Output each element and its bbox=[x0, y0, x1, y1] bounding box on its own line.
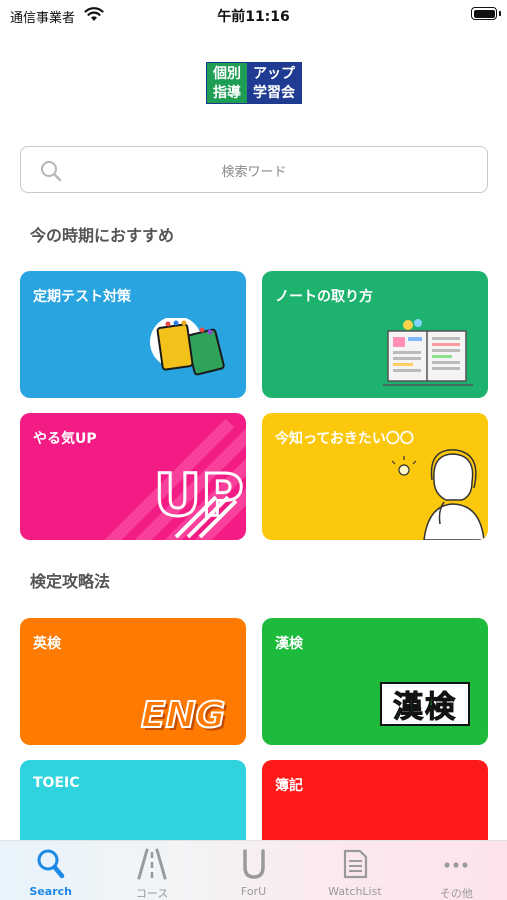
logo-right-block: アップ 学習会 bbox=[247, 63, 301, 103]
eng-art-text: ENG bbox=[141, 695, 225, 736]
card-label: 定期テスト対策 bbox=[33, 289, 131, 305]
road-icon bbox=[137, 848, 167, 880]
card-need-to-know[interactable]: 今知っておきたい〇〇 bbox=[262, 413, 488, 540]
kanken-art-box: 漢検 bbox=[380, 682, 470, 726]
tab-watchlist[interactable]: WatchList bbox=[304, 841, 405, 900]
card-label: ノートの取り方 bbox=[275, 289, 373, 305]
card-kanken[interactable]: 漢検 漢検 bbox=[262, 618, 488, 745]
card-exam-prep[interactable]: 定期テスト対策 bbox=[20, 271, 246, 398]
logo-left-line2: 指導 bbox=[213, 85, 241, 101]
books-illustration-icon bbox=[150, 318, 225, 376]
search-input[interactable]: 検索ワード bbox=[20, 146, 488, 193]
card-label: 漢検 bbox=[275, 636, 303, 652]
card-note-taking[interactable]: ノートの取り方 bbox=[262, 271, 488, 398]
tab-course[interactable]: コース bbox=[101, 841, 202, 900]
search-placeholder: 検索ワード bbox=[221, 165, 287, 180]
document-icon bbox=[343, 849, 368, 879]
thinking-person-illustration-icon bbox=[391, 449, 485, 540]
tab-label: WatchList bbox=[328, 885, 382, 898]
logo-right-line1: アップ bbox=[253, 66, 295, 82]
tab-more[interactable]: その他 bbox=[406, 841, 507, 900]
kanken-art-text: 漢検 bbox=[393, 690, 457, 726]
logo-left-line1: 個別 bbox=[213, 66, 241, 82]
logo-right-line2: 学習会 bbox=[253, 85, 295, 101]
status-bar: 通信事業者 午前11:16 bbox=[0, 0, 507, 30]
card-eiken[interactable]: 英検 ENG ENG bbox=[20, 618, 246, 745]
tab-label: その他 bbox=[439, 887, 473, 900]
tab-bar: Search コース ForU WatchList その他 bbox=[0, 840, 507, 900]
battery-icon bbox=[471, 7, 497, 20]
up-art-text: UP bbox=[154, 461, 244, 529]
eng-text-art: ENG ENG bbox=[140, 694, 228, 739]
card-label: TOEIC bbox=[33, 775, 80, 791]
card-motivation[interactable]: やる気UP UP bbox=[20, 413, 246, 540]
up-text-art: UP bbox=[153, 460, 245, 539]
battery-cap bbox=[499, 11, 501, 16]
logo-left-block: 個別 指導 bbox=[207, 63, 247, 103]
notebook-illustration-icon bbox=[383, 319, 473, 386]
u-icon bbox=[242, 849, 265, 879]
tab-search[interactable]: Search bbox=[0, 841, 101, 900]
more-dots-icon bbox=[444, 862, 468, 868]
section-title-recommended: 今の時期におすすめ bbox=[30, 226, 175, 245]
tab-label: コース bbox=[135, 887, 169, 900]
tab-label: ForU bbox=[240, 885, 267, 898]
section-title-certification: 検定攻略法 bbox=[30, 572, 111, 591]
card-label: 英検 bbox=[33, 636, 61, 652]
tab-label: Search bbox=[29, 885, 72, 898]
clock: 午前11:16 bbox=[217, 9, 290, 25]
card-label: 簿記 bbox=[275, 778, 303, 794]
card-label: やる気UP bbox=[33, 431, 97, 447]
tab-foru[interactable]: ForU bbox=[203, 841, 304, 900]
app-logo: 個別 指導 アップ 学習会 bbox=[206, 62, 302, 104]
magnifier-icon bbox=[37, 849, 64, 879]
